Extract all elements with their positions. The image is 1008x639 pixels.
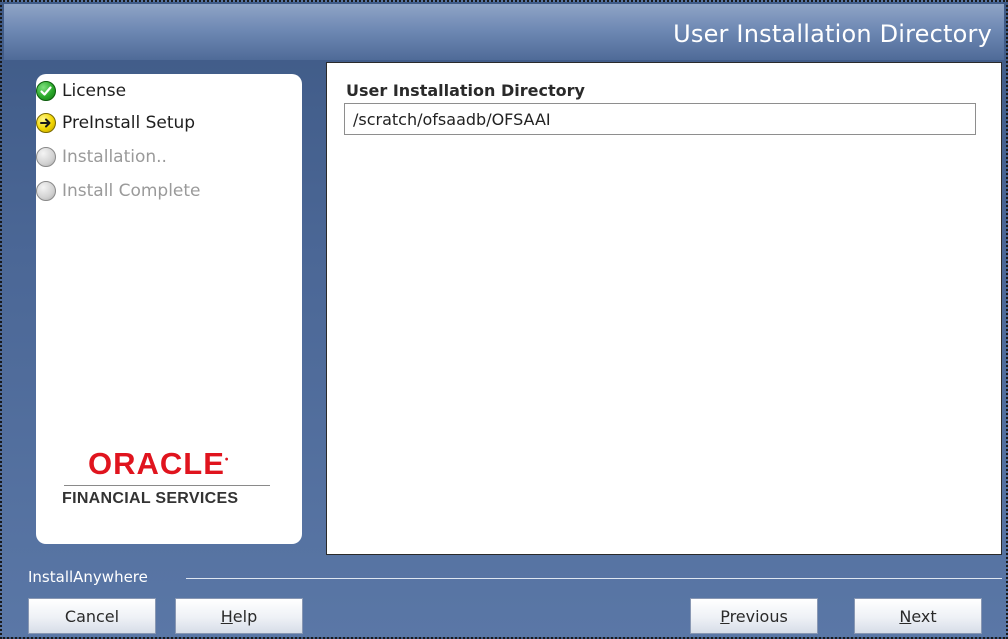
step-label: License — [62, 81, 127, 101]
step-label: Install Complete — [62, 181, 201, 201]
next-button[interactable]: Next — [854, 598, 982, 634]
step-install-complete: Install Complete — [36, 180, 201, 202]
previous-button[interactable]: Previous — [690, 598, 818, 634]
arrow-circle-icon — [36, 113, 56, 133]
logo-divider — [64, 485, 270, 486]
help-button-label: Help — [220, 606, 258, 626]
step-preinstall-setup: PreInstall Setup — [36, 112, 195, 134]
installer-window: User Installation Directory License PreI… — [0, 0, 1008, 639]
install-directory-input[interactable] — [344, 103, 976, 135]
empty-circle-icon — [36, 147, 56, 167]
step-license: License — [36, 80, 126, 102]
content-panel: User Installation Directory — [326, 62, 1002, 555]
title-bar: User Installation Directory — [4, 4, 1004, 60]
vendor-label: InstallAnywhere — [28, 568, 148, 586]
page-title: User Installation Directory — [673, 20, 992, 48]
cancel-button-label: Cancel — [64, 606, 120, 626]
empty-circle-icon — [36, 181, 56, 201]
field-label: User Installation Directory — [346, 81, 585, 100]
step-label: Installation.. — [62, 147, 167, 167]
step-installation: Installation.. — [36, 146, 167, 168]
previous-button-label: Previous — [720, 606, 788, 626]
help-button[interactable]: Help — [175, 598, 303, 634]
footer-divider — [186, 578, 1002, 579]
steps-sidebar: License PreInstall Setup Installation.. … — [36, 74, 302, 544]
step-label: PreInstall Setup — [62, 113, 196, 133]
next-button-label: Next — [899, 606, 937, 626]
oracle-logo: ORACLE• — [88, 446, 230, 481]
logo-subtitle: FINANCIAL SERVICES — [62, 490, 239, 507]
cancel-button[interactable]: Cancel — [28, 598, 156, 634]
check-circle-icon — [36, 81, 56, 101]
